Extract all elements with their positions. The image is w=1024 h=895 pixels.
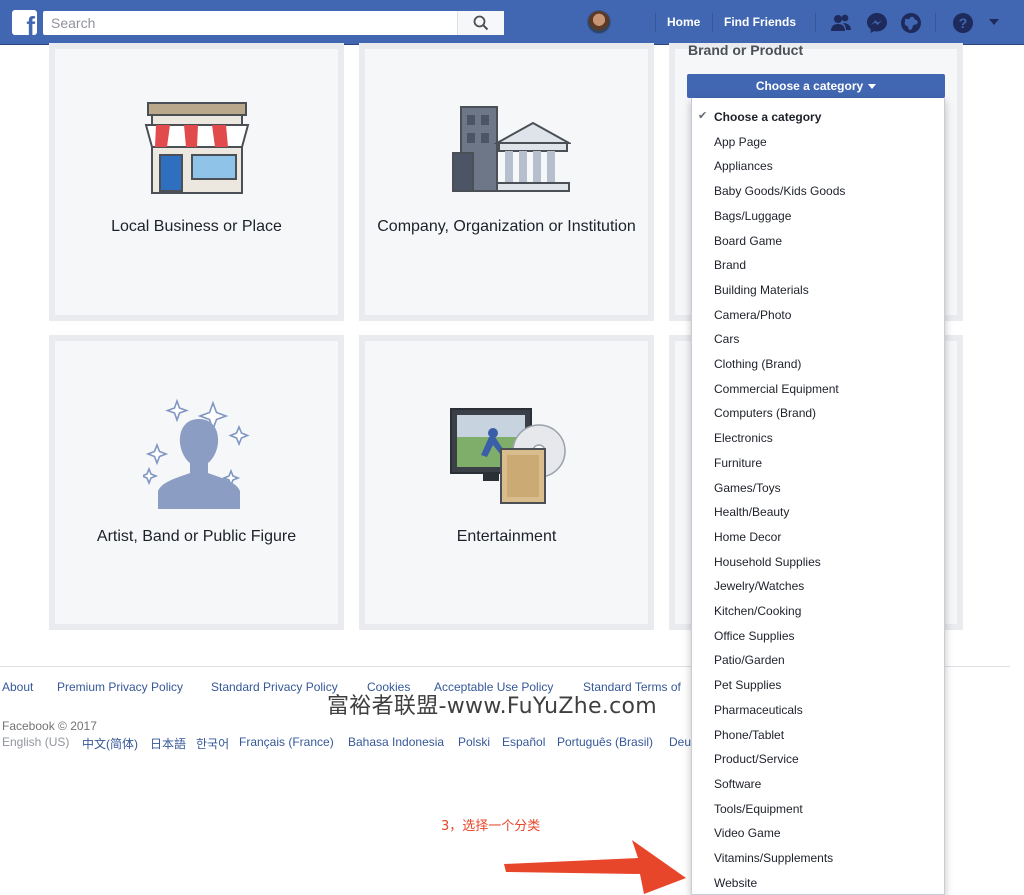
messenger-icon[interactable] bbox=[865, 11, 889, 35]
category-option[interactable]: Commercial Equipment bbox=[714, 381, 839, 397]
category-option[interactable]: Jewelry/Watches bbox=[714, 578, 804, 594]
footer-link-premium-privacy[interactable]: Premium Privacy Policy bbox=[57, 680, 183, 694]
card-label: Company, Organization or Institution bbox=[377, 218, 636, 235]
card-label: Entertainment bbox=[456, 528, 557, 545]
language-link[interactable]: Polski bbox=[458, 735, 490, 749]
choose-category-label: Choose a category bbox=[755, 79, 864, 93]
category-option[interactable]: Games/Toys bbox=[714, 480, 781, 496]
category-option[interactable]: Patio/Garden bbox=[714, 652, 785, 668]
footer-link-standard-privacy[interactable]: Standard Privacy Policy bbox=[211, 680, 338, 694]
entertainment-icon bbox=[450, 408, 566, 504]
storefront-icon bbox=[144, 102, 250, 194]
copyright-text: Facebook © 2017 bbox=[2, 719, 97, 733]
category-option[interactable]: Brand bbox=[714, 257, 746, 273]
top-navigation-bar: f Home Find Friends ? bbox=[0, 0, 1024, 45]
current-language: English (US) bbox=[2, 735, 70, 749]
facebook-logo-letter: f bbox=[26, 11, 35, 35]
category-option[interactable]: Baby Goods/Kids Goods bbox=[714, 183, 845, 199]
search-icon bbox=[473, 15, 489, 31]
card-label: Artist, Band or Public Figure bbox=[96, 528, 297, 545]
brand-product-heading: Brand or Product bbox=[688, 42, 804, 58]
category-option[interactable]: Electronics bbox=[714, 430, 773, 446]
category-option[interactable]: Phone/Tablet bbox=[714, 727, 784, 743]
caret-down-icon bbox=[868, 84, 877, 89]
category-option[interactable]: Computers (Brand) bbox=[714, 405, 816, 421]
language-link[interactable]: Bahasa Indonesia bbox=[348, 735, 444, 749]
company-buildings-icon bbox=[452, 106, 571, 192]
category-option[interactable]: Building Materials bbox=[714, 282, 809, 298]
friend-requests-icon[interactable] bbox=[829, 11, 853, 35]
card-local-business[interactable]: Local Business or Place bbox=[49, 43, 344, 321]
category-option[interactable]: Cars bbox=[714, 331, 739, 347]
category-option[interactable]: Tools/Equipment bbox=[714, 801, 803, 817]
category-option[interactable]: Kitchen/Cooking bbox=[714, 603, 801, 619]
footer-link-about[interactable]: About bbox=[2, 680, 33, 694]
language-link[interactable]: 日本語 bbox=[150, 735, 186, 752]
category-option[interactable]: Choose a category bbox=[714, 109, 821, 125]
language-link[interactable]: Português (Brasil) bbox=[557, 735, 653, 749]
category-option[interactable]: Bags/Luggage bbox=[714, 208, 791, 224]
category-option[interactable]: Furniture bbox=[714, 455, 762, 471]
annotation-arrow-icon bbox=[504, 840, 686, 894]
nav-home-link[interactable]: Home bbox=[667, 15, 700, 29]
choose-category-button[interactable]: Choose a category bbox=[687, 74, 945, 98]
nav-find-friends-link[interactable]: Find Friends bbox=[724, 15, 796, 29]
category-option[interactable]: Office Supplies bbox=[714, 628, 795, 644]
language-link[interactable]: 中文(简体) bbox=[82, 735, 138, 752]
category-option[interactable]: Clothing (Brand) bbox=[714, 356, 801, 372]
watermark-text: 富裕者联盟-www.FuYuZhe.com bbox=[327, 694, 657, 719]
category-option[interactable]: Appliances bbox=[714, 158, 773, 174]
search-input[interactable] bbox=[43, 11, 504, 35]
category-option[interactable]: Software bbox=[714, 776, 761, 792]
annotation-text: 3，选择一个分类 bbox=[441, 819, 541, 834]
language-link[interactable]: Deu bbox=[669, 735, 691, 749]
account-menu-caret-icon[interactable] bbox=[987, 15, 1001, 29]
category-option[interactable]: Household Supplies bbox=[714, 554, 821, 570]
language-link[interactable]: 한국어 bbox=[196, 735, 229, 752]
category-option[interactable]: Home Decor bbox=[714, 529, 781, 545]
nav-divider bbox=[712, 13, 713, 32]
category-option[interactable]: Vitamins/Supplements bbox=[714, 850, 833, 866]
category-option[interactable]: Camera/Photo bbox=[714, 307, 791, 323]
language-link[interactable]: Français (France) bbox=[239, 735, 334, 749]
nav-divider bbox=[935, 13, 936, 32]
category-option[interactable]: Board Game bbox=[714, 233, 782, 249]
nav-divider bbox=[655, 13, 656, 32]
category-option[interactable]: App Page bbox=[714, 134, 767, 150]
facebook-logo-icon[interactable]: f bbox=[12, 10, 37, 35]
checkmark-icon: ✔ bbox=[698, 110, 708, 122]
nav-divider bbox=[815, 13, 816, 32]
card-label: Local Business or Place bbox=[111, 218, 282, 235]
profile-avatar[interactable] bbox=[587, 10, 611, 34]
category-option[interactable]: Pharmaceuticals bbox=[714, 702, 803, 718]
language-link[interactable]: Español bbox=[502, 735, 545, 749]
category-option[interactable]: Health/Beauty bbox=[714, 504, 789, 520]
svg-text:?: ? bbox=[959, 15, 968, 31]
category-option[interactable]: Video Game bbox=[714, 825, 781, 841]
public-figure-icon bbox=[143, 398, 250, 509]
category-option[interactable]: Pet Supplies bbox=[714, 677, 781, 693]
card-artist-band[interactable]: Artist, Band or Public Figure bbox=[49, 335, 344, 630]
search-button[interactable] bbox=[457, 11, 504, 35]
help-icon[interactable]: ? bbox=[951, 11, 975, 35]
category-option[interactable]: Website bbox=[714, 875, 757, 891]
notifications-globe-icon[interactable] bbox=[899, 11, 923, 35]
category-option[interactable]: Product/Service bbox=[714, 751, 799, 767]
card-company-organization[interactable]: Company, Organization or Institution bbox=[359, 43, 654, 321]
category-dropdown-menu: ✔ Choose a category App Page Appliances Baby… bbox=[691, 98, 945, 895]
card-entertainment[interactable]: Entertainment bbox=[359, 335, 654, 630]
